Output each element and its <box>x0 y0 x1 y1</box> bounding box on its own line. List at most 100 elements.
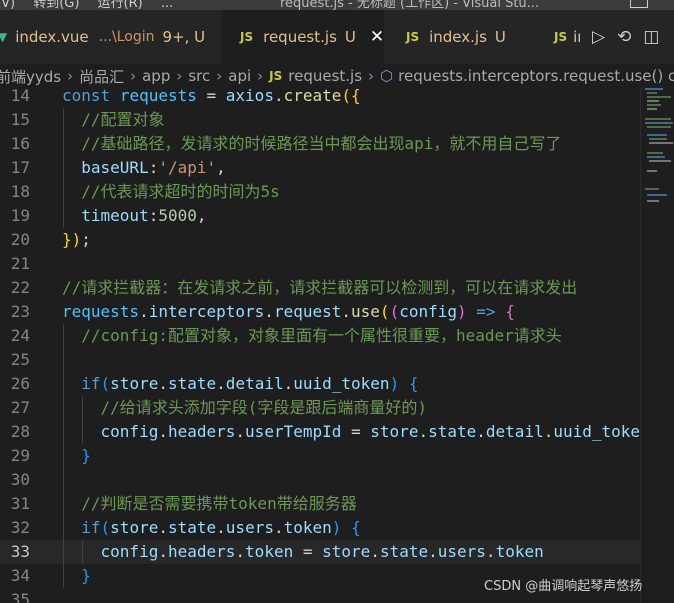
line-number: 34 <box>10 566 30 585</box>
line-number: 24 <box>10 326 30 345</box>
chevron-right-icon: › <box>67 67 74 85</box>
breadcrumb-item[interactable]: api <box>228 67 251 85</box>
run-icon[interactable]: ▷ <box>592 27 605 47</box>
code-token: requests <box>62 302 140 321</box>
code-line[interactable]: 30 <box>0 468 640 492</box>
minimap[interactable] <box>640 88 674 603</box>
code-token: . <box>273 86 284 105</box>
tab-status: 9+, U <box>162 28 206 46</box>
code-line[interactable]: 28 config.headers.userTempId = store.sta… <box>0 420 640 444</box>
code-token: ) <box>331 518 342 537</box>
indent-guide <box>63 324 64 588</box>
code-line[interactable]: 14 const requests = axios.create({ <box>0 84 640 108</box>
code-token: state <box>428 422 477 441</box>
tab-truncated[interactable]: JS ir <box>540 10 580 64</box>
tab-label: index.vue <box>15 28 89 46</box>
line-number: 30 <box>10 470 30 489</box>
code-token: { <box>408 374 419 393</box>
code-line[interactable]: 20}); <box>0 228 640 252</box>
chevron-right-icon: › <box>176 67 183 85</box>
code-token: . <box>139 302 149 321</box>
code-token: use <box>351 302 380 321</box>
breadcrumb-item[interactable]: src <box>188 67 210 85</box>
tab-index-vue[interactable]: ▼ index.vue ...\Login 9+, U <box>0 10 205 64</box>
chevron-right-icon: › <box>130 67 137 85</box>
code-token: //配置对象 <box>81 110 165 129</box>
code-line[interactable]: 32 if(store.state.users.token) { <box>0 516 640 540</box>
code-token: { <box>505 302 515 321</box>
code-line[interactable]: 31 //判断是否需要携带token带给服务器 <box>0 492 640 516</box>
code-token: ( <box>379 302 390 321</box>
code-token: timeout <box>81 206 149 225</box>
code-token: . <box>485 542 496 561</box>
tab-index-js[interactable]: JS index.js U <box>388 10 508 64</box>
code-line[interactable]: 16 //基础路径，发请求的时候路径当中都会出现api，就不用自己写了 <box>0 132 640 156</box>
line-number: 19 <box>10 206 30 225</box>
code-token: //config:配置对象，对象里面有一个属性很重要，header请求头 <box>81 326 562 345</box>
compare-changes-icon[interactable]: ⟲ <box>617 27 631 47</box>
line-number: 14 <box>10 86 30 105</box>
code-line[interactable]: 18 //代表请求超时的时间为5s <box>0 180 640 204</box>
line-number: 35 <box>10 590 30 603</box>
js-icon: JS <box>406 30 420 44</box>
code-line[interactable]: 27 //给请求头添加字段(字段是跟后端商量好的) <box>0 396 640 420</box>
code-token: request <box>273 302 342 321</box>
breadcrumb-item[interactable]: app <box>142 67 170 85</box>
tab-status: U <box>344 28 356 46</box>
code-token: ) <box>389 374 400 393</box>
maximize-button[interactable] <box>630 0 648 8</box>
code-token: . <box>158 374 168 393</box>
code-line[interactable]: 15 //配置对象 <box>0 108 640 132</box>
code-token: . <box>273 518 284 537</box>
tab-bar: ▼ index.vue ...\Login 9+, U JS request.j… <box>0 10 674 64</box>
breadcrumb-symbol[interactable]: requests.interceptors.request.use() ca <box>398 67 674 85</box>
code-line[interactable]: 17 baseURL:'/api', <box>0 156 640 180</box>
code-line[interactable]: 29 } <box>0 444 640 468</box>
line-number: 26 <box>10 374 30 393</box>
menu-run[interactable]: 运行(R) <box>98 0 143 10</box>
code-editor[interactable]: 14 const requests = axios.create({15 //配置… <box>0 84 640 603</box>
split-editor-icon[interactable]: ◫ <box>643 27 659 47</box>
code-token: baseURL <box>81 158 149 177</box>
code-line[interactable]: 25 <box>0 348 640 372</box>
code-line[interactable]: 21 <box>0 252 640 276</box>
code-line[interactable]: 22 //请求拦截器：在发请求之前，请求拦截器可以检测到，可以在请求发出 <box>0 276 640 300</box>
code-token: axios <box>225 86 274 105</box>
indent-guide <box>82 396 83 444</box>
code-line[interactable]: 23 requests.interceptors.request.use((con… <box>0 300 640 324</box>
breadcrumb-file[interactable]: request.js <box>288 67 362 85</box>
code-token: store <box>110 374 159 393</box>
close-icon[interactable]: ✕ <box>370 27 384 47</box>
line-number: 20 <box>10 230 30 249</box>
code-line[interactable]: 26 if(store.state.detail.uuid_token) { <box>0 372 640 396</box>
tab-request-js[interactable]: JS request.js U ✕ <box>222 10 384 64</box>
code-token: config <box>100 542 159 561</box>
code-text: const requests = axios.create({ <box>62 84 361 108</box>
code-token: = <box>196 86 226 105</box>
watermark: CSDN @曲调响起琴声悠扬 <box>484 579 643 594</box>
code-token: . <box>283 374 294 393</box>
code-token: . <box>264 302 274 321</box>
line-number: 28 <box>10 422 30 441</box>
code-token: . <box>476 422 486 441</box>
code-token: . <box>216 518 226 537</box>
code-token: . <box>216 374 226 393</box>
code-line[interactable]: 33 config.headers.token = store.state.us… <box>0 540 640 564</box>
code-line[interactable]: 24 //config:配置对象，对象里面有一个属性很重要，header请求头 <box>0 324 640 348</box>
tab-path: ...\Login <box>98 29 155 45</box>
menu-view[interactable]: (V) <box>0 0 15 10</box>
menu-go[interactable]: 转到(G) <box>33 0 79 10</box>
tab-label: ir <box>573 28 580 46</box>
code-token: state <box>379 542 429 561</box>
code-line[interactable]: 19 timeout:5000, <box>0 204 640 228</box>
code-text: }); <box>62 228 91 252</box>
code-token: token <box>245 542 294 561</box>
code-token: ; <box>81 230 91 249</box>
menu-more[interactable]: ... <box>161 0 173 10</box>
code-token: userTempId <box>245 422 342 441</box>
line-number: 22 <box>10 278 30 297</box>
